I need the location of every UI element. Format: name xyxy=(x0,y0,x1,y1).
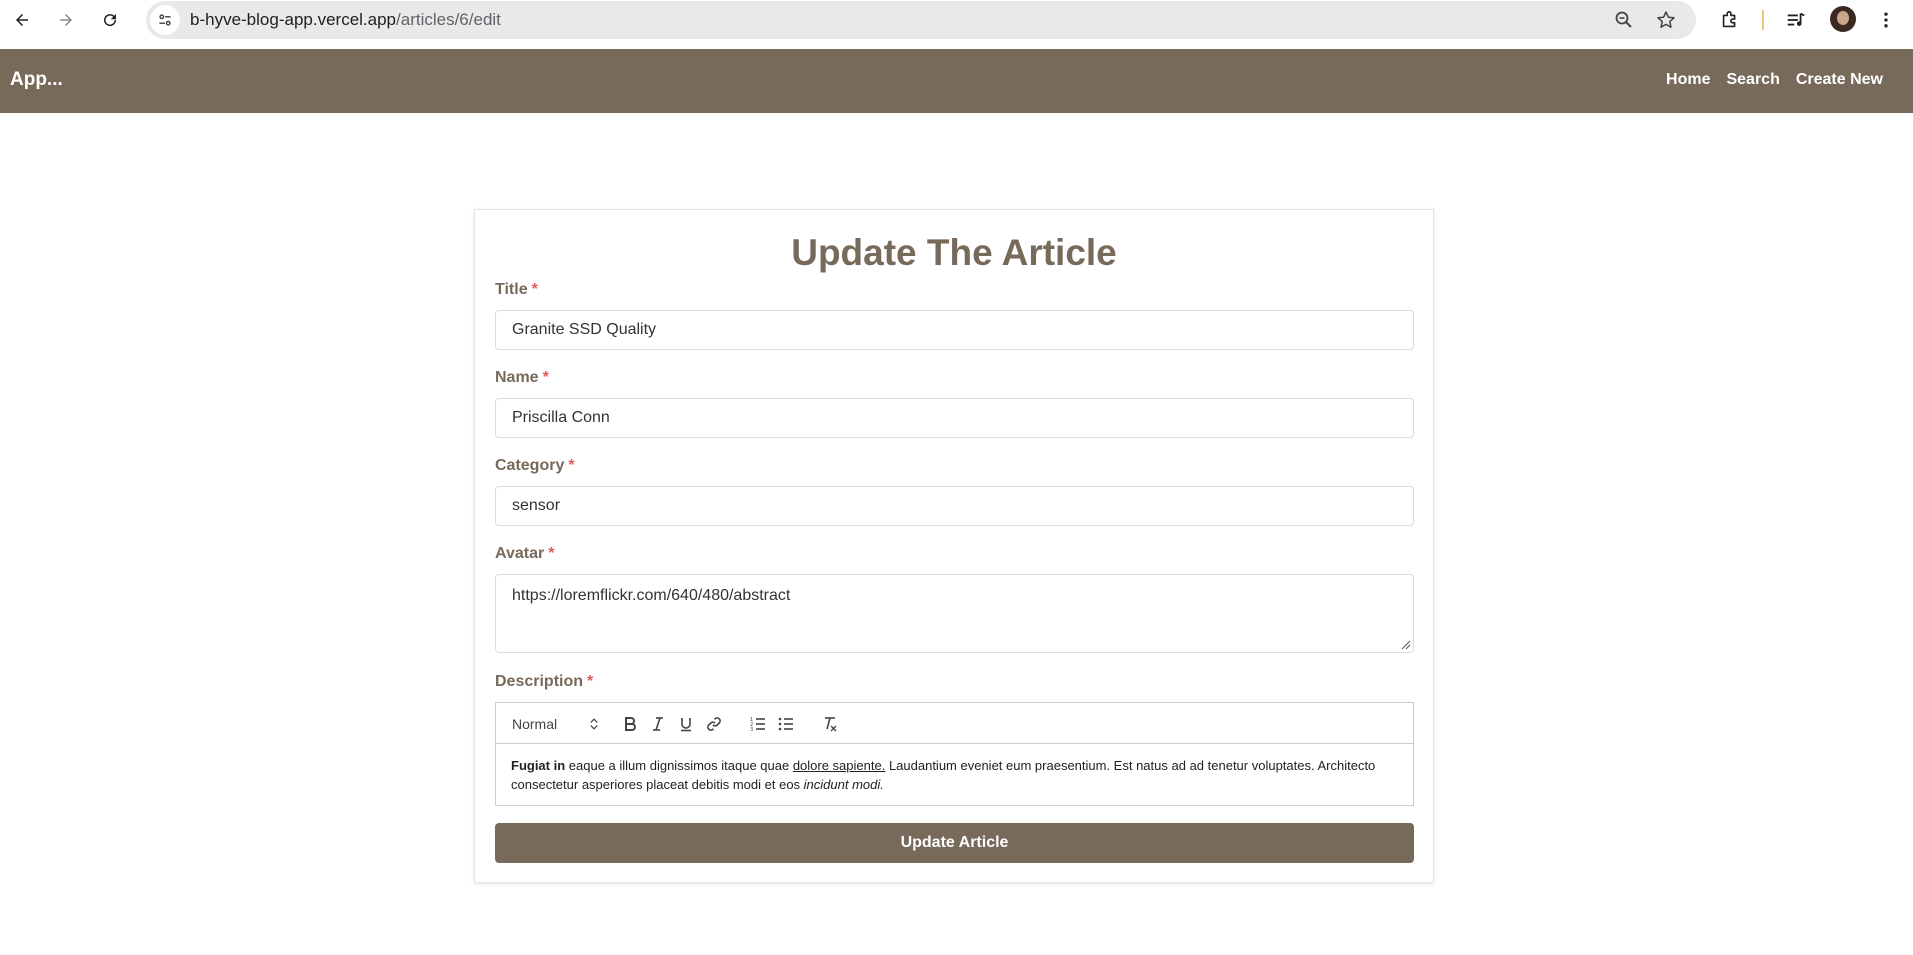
media-controls-icon[interactable] xyxy=(1784,8,1808,32)
avatar-face xyxy=(1837,11,1849,25)
extensions-icon[interactable] xyxy=(1718,8,1742,32)
update-article-card: Update The Article Title* Name* Category… xyxy=(474,209,1434,883)
name-label: Name * xyxy=(495,369,549,387)
editor-underline-text: dolore sapiente. xyxy=(792,758,886,773)
clear-format-icon[interactable] xyxy=(822,715,838,733)
editor-text-1: eaque a illum dignissimos itaque quae xyxy=(565,758,793,773)
category-label: Category * xyxy=(495,457,575,475)
editor-italic-text: incidunt modi. xyxy=(803,777,884,792)
svg-text:3: 3 xyxy=(750,727,753,732)
required-marker: * xyxy=(531,281,538,298)
name-input[interactable] xyxy=(495,398,1414,438)
required-marker: * xyxy=(542,369,549,386)
underline-icon[interactable] xyxy=(678,715,694,733)
description-label: Description * xyxy=(495,673,593,691)
link-icon[interactable] xyxy=(706,715,722,733)
italic-icon[interactable] xyxy=(650,715,666,733)
category-label-text: Category xyxy=(495,457,565,474)
toolbar-divider xyxy=(1762,10,1764,30)
update-article-button[interactable]: Update Article xyxy=(495,823,1414,863)
resize-handle-icon[interactable] xyxy=(1401,640,1411,650)
avatar-label: Avatar * xyxy=(495,545,554,563)
editor-content[interactable]: Fugiat in eaque a illum dignissimos itaq… xyxy=(496,744,1413,806)
name-label-text: Name xyxy=(495,369,539,386)
editor-bold-text: Fugiat in xyxy=(511,758,566,773)
address-bar[interactable]: b-hyve-blog-app.vercel.app/articles/6/ed… xyxy=(146,1,1696,39)
avatar-textarea[interactable]: https://loremflickr.com/640/480/abstract xyxy=(495,574,1414,653)
brand-logo[interactable]: App... xyxy=(10,69,63,91)
bold-icon[interactable] xyxy=(622,715,638,733)
ordered-list-icon[interactable]: 123 xyxy=(750,715,766,733)
url-host: b-hyve-blog-app.vercel.app xyxy=(190,10,397,29)
url-path: /articles/6/edit xyxy=(396,10,501,29)
description-label-text: Description xyxy=(495,673,584,690)
main-nav: Home Search Create New xyxy=(1666,71,1883,89)
header-format-value: Normal xyxy=(512,716,558,732)
zoom-icon[interactable] xyxy=(1614,10,1634,30)
category-input[interactable] xyxy=(495,486,1414,526)
url-text: b-hyve-blog-app.vercel.app/articles/6/ed… xyxy=(190,10,501,30)
chrome-menu-icon[interactable] xyxy=(1874,8,1898,32)
bookmark-star-icon[interactable] xyxy=(1656,10,1676,30)
site-info-icon[interactable] xyxy=(150,5,180,35)
title-input[interactable] xyxy=(495,310,1414,350)
avatar-label-text: Avatar xyxy=(495,545,545,562)
browser-toolbar: b-hyve-blog-app.vercel.app/articles/6/ed… xyxy=(0,0,1913,40)
editor-toolbar: Normal 123 xyxy=(496,703,1413,744)
header-format-select[interactable]: Normal xyxy=(512,715,598,733)
profile-avatar[interactable] xyxy=(1830,6,1856,32)
title-label-text: Title xyxy=(495,281,528,298)
forward-icon[interactable] xyxy=(52,6,80,34)
bullet-list-icon[interactable] xyxy=(778,715,794,733)
required-marker: * xyxy=(548,545,555,562)
required-marker: * xyxy=(587,673,594,690)
back-icon[interactable] xyxy=(8,6,36,34)
app-header: App... Home Search Create New xyxy=(0,49,1913,113)
nav-home-link[interactable]: Home xyxy=(1666,71,1710,89)
title-label: Title * xyxy=(495,281,538,299)
nav-create-new-link[interactable]: Create New xyxy=(1796,71,1883,89)
reload-icon[interactable] xyxy=(96,6,124,34)
page-title: Update The Article xyxy=(791,232,1117,273)
nav-search-link[interactable]: Search xyxy=(1726,71,1779,89)
required-marker: * xyxy=(568,457,575,474)
rich-text-editor: Normal 123 Fugiat in eaque a illum digni… xyxy=(495,702,1414,806)
select-arrows-icon xyxy=(590,718,598,730)
